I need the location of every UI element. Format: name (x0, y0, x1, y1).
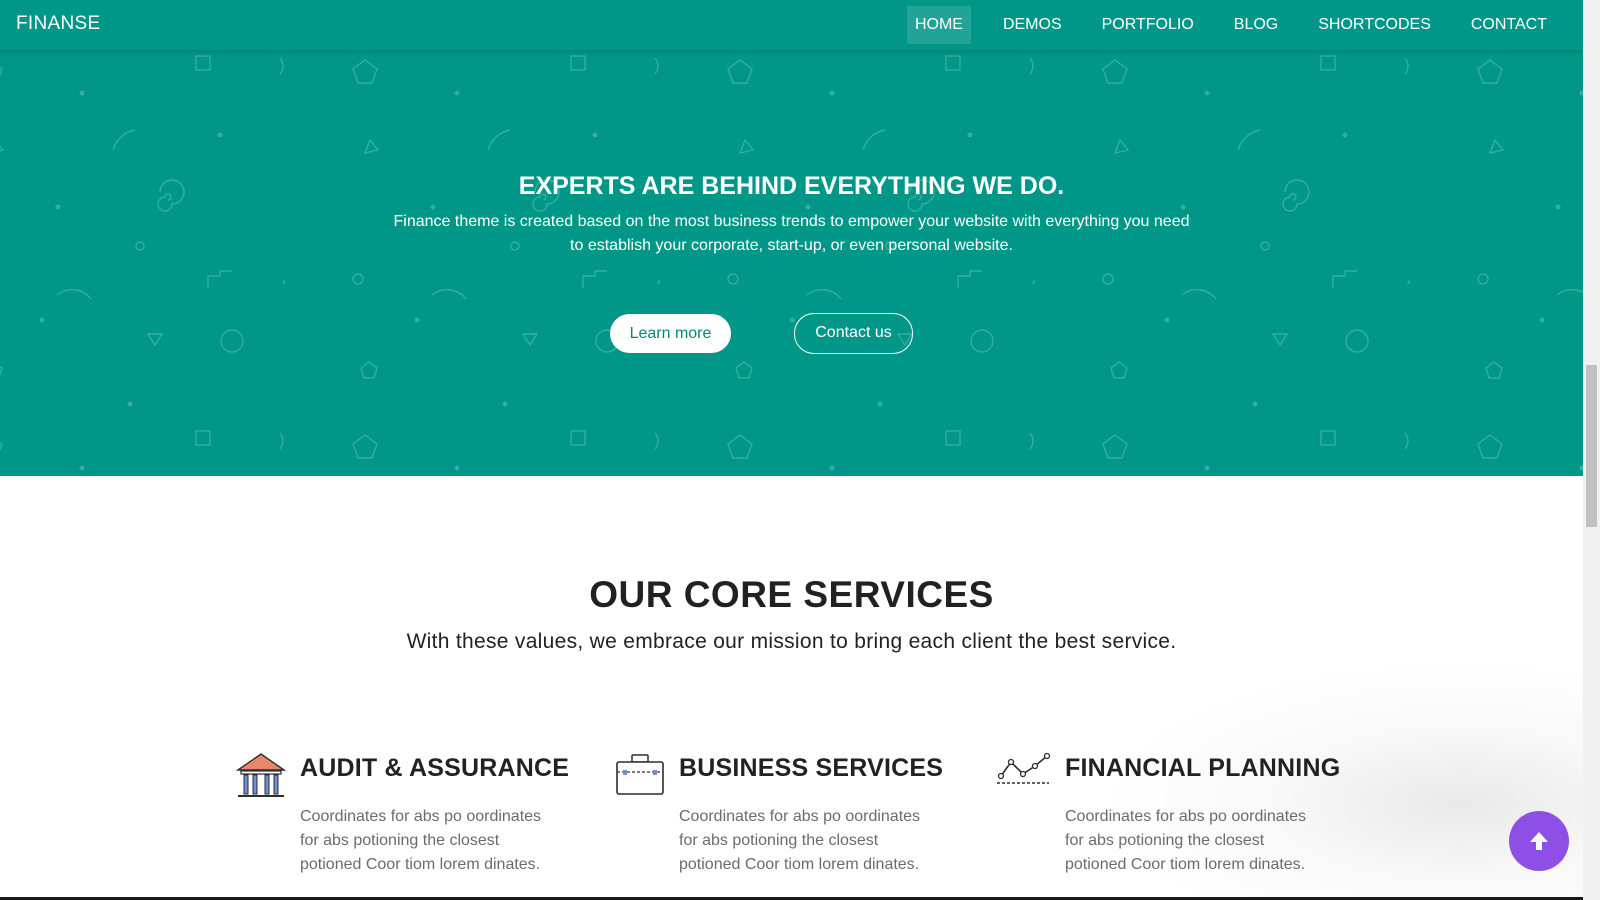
main-nav: HOME DEMOS PORTFOLIO BLOG SHORTCODES CON… (883, 6, 1555, 44)
hero-title: EXPERTS ARE BEHIND EVERYTHING WE DO. (518, 172, 1065, 200)
scroll-top-button[interactable] (1509, 811, 1569, 871)
hero-section: EXPERTS ARE BEHIND EVERYTHING WE DO. Fin… (0, 50, 1583, 476)
nav-item-home[interactable]: HOME (906, 6, 971, 44)
nav-item-blog[interactable]: BLOG (1226, 6, 1286, 44)
service-title: BUSINESS SERVICES (679, 754, 944, 782)
nav-item-demos[interactable]: DEMOS (995, 6, 1070, 44)
scrollbar-thumb[interactable] (1586, 365, 1597, 527)
services-title: OUR CORE SERVICES (589, 574, 994, 615)
service-text: Coordinates for abs po oordinates for ab… (300, 808, 542, 873)
nav-item-shortcodes[interactable]: SHORTCODES (1310, 6, 1439, 44)
service-text: Coordinates for abs po oordinates for ab… (679, 808, 921, 873)
learn-more-button[interactable]: Learn more (610, 314, 731, 353)
line-chart-icon (997, 752, 1051, 784)
arrow-up-icon (1530, 832, 1548, 850)
hero-description: Finance theme is created based on the mo… (393, 213, 1190, 254)
nav-item-portfolio[interactable]: PORTFOLIO (1094, 6, 1202, 44)
navbar: FINANSE HOME DEMOS PORTFOLIO BLOG SHORTC… (0, 0, 1583, 50)
bank-icon (236, 753, 286, 797)
service-title: AUDIT & ASSURANCE (300, 754, 570, 782)
service-text: Coordinates for abs po oordinates for ab… (1065, 808, 1307, 873)
briefcase-icon (616, 754, 664, 795)
service-title: FINANCIAL PLANNING (1065, 754, 1341, 782)
page: FINANSE HOME DEMOS PORTFOLIO BLOG SHORTC… (0, 0, 1583, 900)
services-subtitle: With these values, we embrace our missio… (406, 630, 1177, 653)
brand-logo[interactable]: FINANSE (16, 13, 100, 35)
nav-item-contact[interactable]: CONTACT (1463, 6, 1555, 44)
contact-us-button[interactable]: Contact us (794, 313, 913, 354)
scrollbar[interactable] (1583, 0, 1600, 900)
decorative-pattern (0, 50, 1583, 476)
